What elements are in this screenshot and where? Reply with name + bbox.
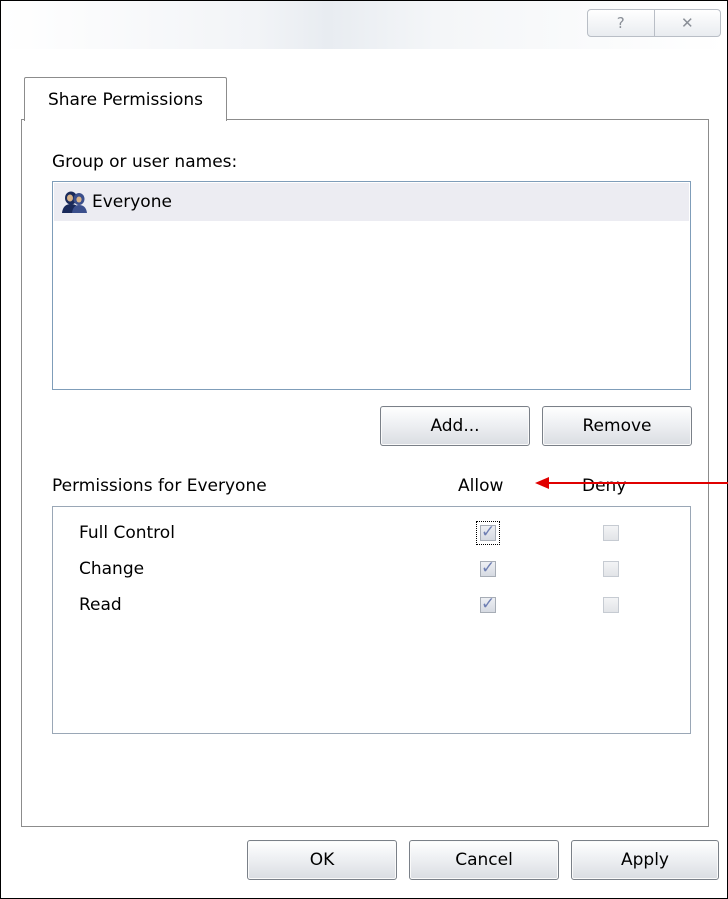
tab-panel: Group or user names: Everyone Add... Rem… xyxy=(21,119,709,827)
permission-row-read: Read ✓ xyxy=(53,589,690,625)
user-list[interactable]: Everyone xyxy=(52,181,691,390)
permission-name: Read xyxy=(79,595,122,615)
allow-change-checkbox[interactable]: ✓ xyxy=(480,558,496,578)
add-button[interactable]: Add... xyxy=(380,406,530,446)
apply-button[interactable]: Apply xyxy=(571,840,719,880)
group-user-names-label: Group or user names: xyxy=(52,152,238,172)
checkmark-icon: ✓ xyxy=(481,594,496,614)
remove-button[interactable]: Remove xyxy=(542,406,692,446)
deny-full-control-checkbox[interactable] xyxy=(603,525,619,541)
allow-read-checkbox[interactable]: ✓ xyxy=(480,594,496,614)
list-item[interactable]: Everyone xyxy=(54,183,689,221)
tab-share-permissions[interactable]: Share Permissions xyxy=(24,77,227,121)
permission-row-full-control: Full Control ✓ xyxy=(53,517,690,553)
deny-change-checkbox[interactable] xyxy=(603,561,619,577)
deny-header: Deny xyxy=(582,476,627,496)
allow-header: Allow xyxy=(458,476,504,496)
permission-name: Change xyxy=(79,559,145,579)
close-button[interactable]: ✕ xyxy=(653,10,721,36)
user-name: Everyone xyxy=(92,192,172,212)
ok-button[interactable]: OK xyxy=(247,840,397,880)
user-group-icon xyxy=(62,191,87,213)
deny-read-checkbox[interactable] xyxy=(603,597,619,613)
permission-name: Full Control xyxy=(79,523,175,543)
checkmark-icon: ✓ xyxy=(481,522,496,542)
tab-label: Share Permissions xyxy=(47,89,203,110)
allow-full-control-checkbox[interactable]: ✓ xyxy=(476,521,500,545)
caption-buttons: ? ✕ xyxy=(587,9,721,37)
help-button[interactable]: ? xyxy=(588,10,654,36)
cancel-button[interactable]: Cancel xyxy=(409,840,559,880)
permission-list: Full Control ✓ Change ✓ Read ✓ xyxy=(52,506,691,734)
help-icon: ? xyxy=(616,14,625,32)
share-permissions-dialog: ? ✕ Share Permissions Group or user name… xyxy=(0,0,728,899)
permission-row-change: Change ✓ xyxy=(53,553,690,589)
title-bar: ? ✕ xyxy=(1,1,727,49)
checkmark-icon: ✓ xyxy=(481,558,496,578)
permissions-label: Permissions for Everyone xyxy=(52,476,267,496)
close-icon: ✕ xyxy=(680,14,694,32)
